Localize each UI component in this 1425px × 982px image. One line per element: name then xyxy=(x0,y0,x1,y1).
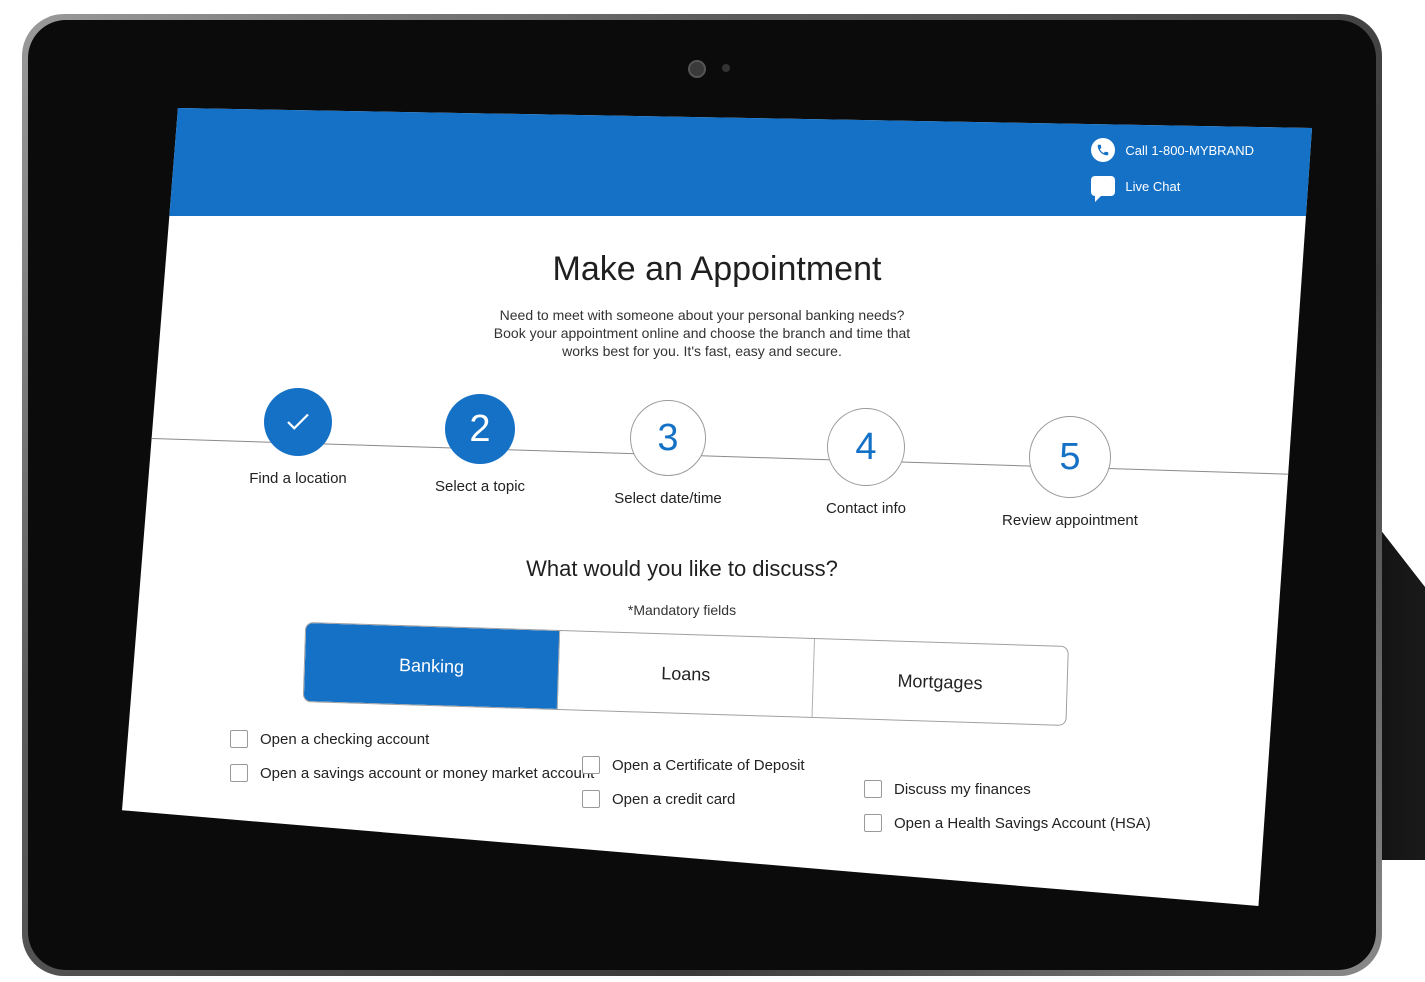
camera-icon xyxy=(688,60,706,78)
topic-tabs: Banking Loans Mortgages xyxy=(302,622,1069,726)
option-row[interactable]: Open a Health Savings Account (HSA) xyxy=(864,814,1151,832)
step-label: Find a location xyxy=(249,470,347,487)
tablet-device: Call 1-800-MYBRAND Live Chat Make an App… xyxy=(22,14,1382,976)
step-review-appointment[interactable]: 5 Review appointment xyxy=(980,416,1160,529)
checkbox[interactable] xyxy=(582,790,600,808)
discuss-question: What would you like to discuss? xyxy=(526,556,838,581)
step-contact-info[interactable]: 4 Contact info xyxy=(776,408,956,517)
step-number: 2 xyxy=(445,394,515,464)
tab-loans[interactable]: Loans xyxy=(557,631,815,717)
step-find-location[interactable]: Find a location xyxy=(208,388,388,487)
checkbox[interactable] xyxy=(864,814,882,832)
phone-icon xyxy=(1091,138,1116,162)
sensor-dot xyxy=(722,64,730,72)
page-title: Make an Appointment xyxy=(552,250,882,288)
option-label: Open a Certificate of Deposit xyxy=(612,756,805,774)
step-label: Select a topic xyxy=(434,478,526,495)
options-column-1: Open a checking account Open a savings a… xyxy=(230,730,594,798)
step-number: 4 xyxy=(827,408,905,486)
step-label: Review appointment xyxy=(1002,512,1138,529)
step-label: Contact info xyxy=(825,500,907,517)
option-row[interactable]: Open a savings account or money market a… xyxy=(230,764,594,782)
checkbox[interactable] xyxy=(582,756,600,774)
option-label: Discuss my finances xyxy=(894,780,1031,798)
option-label: Open a credit card xyxy=(612,790,736,808)
step-label: Select date/time xyxy=(614,490,722,507)
top-bar: Call 1-800-MYBRAND Live Chat xyxy=(122,108,1312,216)
step-select-topic[interactable]: 2 Select a topic xyxy=(390,394,570,495)
option-label: Open a checking account xyxy=(260,730,430,748)
call-link[interactable]: Call 1-800-MYBRAND xyxy=(1091,138,1254,162)
checkbox[interactable] xyxy=(230,764,248,782)
option-row[interactable]: Discuss my finances xyxy=(864,780,1151,798)
step-number: 3 xyxy=(630,400,706,476)
chat-bubble-icon xyxy=(1091,176,1116,202)
checkbox[interactable] xyxy=(230,730,248,748)
checkmark-icon xyxy=(264,388,332,456)
tab-banking[interactable]: Banking xyxy=(303,623,561,710)
option-row[interactable]: Open a credit card xyxy=(582,790,805,808)
option-label: Open a savings account or money market a… xyxy=(260,764,595,782)
tab-mortgages[interactable]: Mortgages xyxy=(812,639,1068,725)
step-number: 5 xyxy=(1029,416,1111,498)
tablet-bezel: Call 1-800-MYBRAND Live Chat Make an App… xyxy=(28,20,1376,970)
contact-links: Call 1-800-MYBRAND Live Chat xyxy=(1091,138,1254,210)
checkbox[interactable] xyxy=(864,780,882,798)
page-intro: Need to meet with someone about your per… xyxy=(493,307,911,359)
options-column-2: Open a Certificate of Deposit Open a cre… xyxy=(582,756,805,824)
option-row[interactable]: Open a Certificate of Deposit xyxy=(582,756,805,774)
option-label: Open a Health Savings Account (HSA) xyxy=(894,814,1151,832)
live-chat-label: Live Chat xyxy=(1125,178,1181,194)
option-row[interactable]: Open a checking account xyxy=(230,730,594,748)
options-column-3: Discuss my finances Open a Health Saving… xyxy=(864,780,1151,848)
call-label: Call 1-800-MYBRAND xyxy=(1125,142,1254,158)
step-select-date-time[interactable]: 3 Select date/time xyxy=(578,400,758,507)
mandatory-note: *Mandatory fields xyxy=(627,602,737,618)
screen: Call 1-800-MYBRAND Live Chat Make an App… xyxy=(122,108,1312,906)
live-chat-link[interactable]: Live Chat xyxy=(1091,176,1254,202)
